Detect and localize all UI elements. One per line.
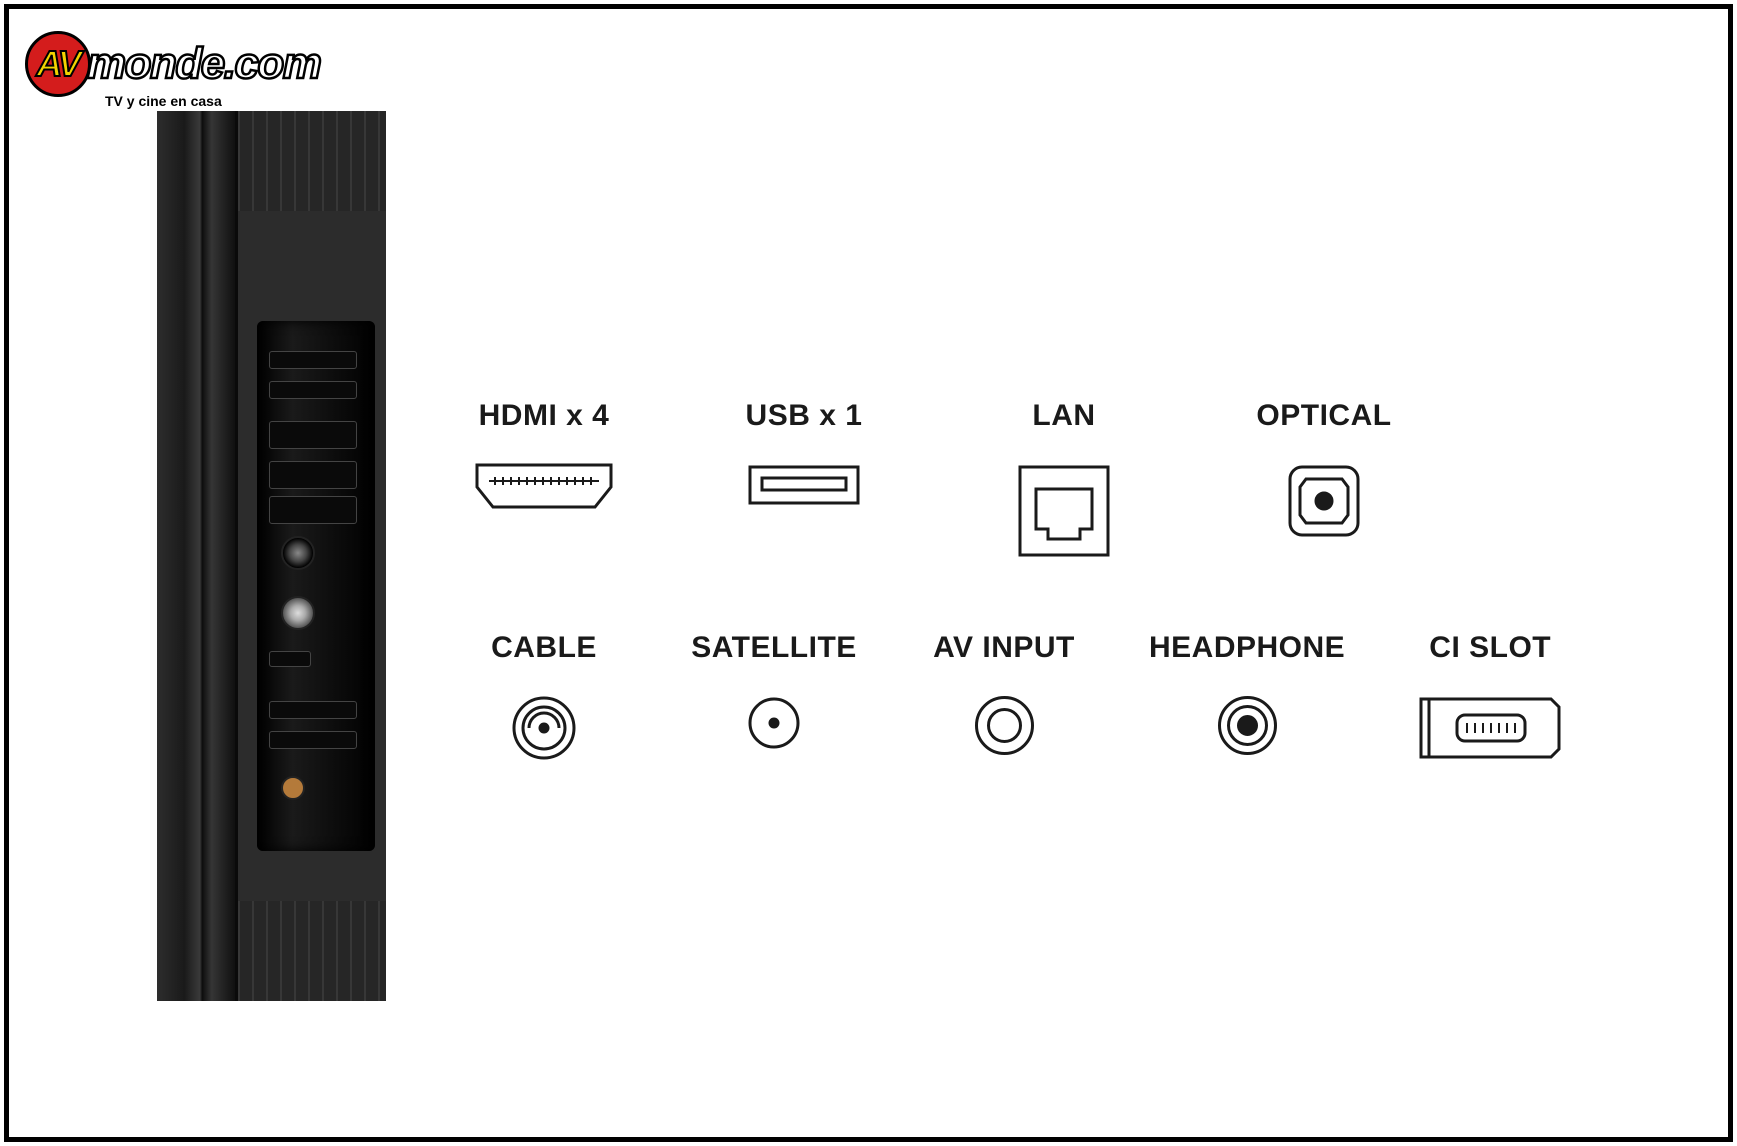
port-ci-slot-label: CI SLOT [1429, 631, 1551, 665]
cable-icon [469, 693, 619, 793]
logo-text: monde.com [87, 39, 320, 89]
port-cable: CABLE [459, 631, 629, 793]
port-usb-label: USB x 1 [746, 399, 863, 433]
lan-icon [989, 461, 1139, 561]
av-input-icon [929, 693, 1079, 793]
port-usb: USB x 1 [719, 399, 889, 561]
port-headphone-label: HEADPHONE [1149, 631, 1345, 665]
port-av-input-label: AV INPUT [933, 631, 1075, 665]
optical-icon [1249, 461, 1399, 561]
port-lan: LAN [979, 399, 1149, 561]
logo-badge: AV [25, 31, 91, 97]
port-optical-label: OPTICAL [1256, 399, 1391, 433]
port-lan-label: LAN [1032, 399, 1095, 433]
logo-tagline: TV y cine en casa [105, 93, 320, 109]
headphone-icon [1172, 693, 1322, 793]
port-satellite: SATELLITE [689, 631, 859, 793]
port-optical: OPTICAL [1239, 399, 1409, 561]
port-hdmi: HDMI x 4 [459, 399, 629, 561]
usb-icon [729, 461, 879, 561]
site-logo: AV monde.com TV y cine en casa [25, 31, 320, 109]
port-hdmi-label: HDMI x 4 [479, 399, 610, 433]
diagram-frame: AV monde.com TV y cine en casa [4, 4, 1733, 1142]
logo-badge-text: AV [36, 43, 79, 85]
port-ci-slot: CI SLOT [1405, 631, 1575, 793]
tv-side-panel-image [157, 111, 387, 1001]
port-cable-label: CABLE [491, 631, 597, 665]
hdmi-icon [469, 461, 619, 561]
ports-diagram: HDMI x 4 [459, 399, 1648, 863]
port-headphone: HEADPHONE [1149, 631, 1345, 793]
port-satellite-label: SATELLITE [691, 631, 857, 665]
satellite-icon [699, 693, 849, 793]
port-av-input: AV INPUT [919, 631, 1089, 793]
ci-slot-icon [1415, 693, 1565, 793]
